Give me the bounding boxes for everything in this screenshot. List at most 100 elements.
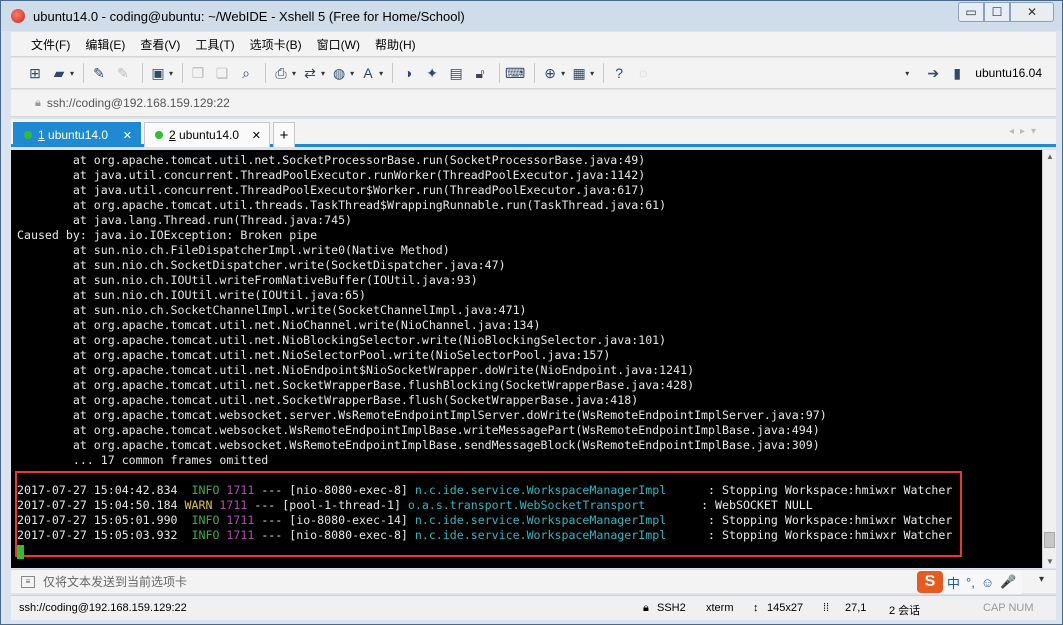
log-timestamp: 2017-07-27 15:05:03.932	[17, 528, 185, 542]
chevron-down-icon[interactable]: ▾	[292, 69, 296, 78]
menu-window[interactable]: 窗口(W)	[317, 36, 360, 53]
ime-emoji-icon[interactable]: ☺	[981, 575, 994, 590]
sogou-ime-icon[interactable]: S	[917, 571, 943, 593]
toolbar-divider	[182, 63, 184, 83]
chevron-down-icon[interactable]: ▾	[905, 69, 909, 78]
status-connection: ssh://coding@192.168.159.129:22	[19, 602, 187, 614]
xftp-icon[interactable]: ◑	[398, 63, 418, 83]
close-tab-icon[interactable]: ✕	[252, 129, 261, 142]
menu-view[interactable]: 查看(V)	[140, 36, 180, 53]
terminal-output[interactable]: at org.apache.tomcat.util.net.SocketProc…	[11, 150, 1042, 568]
log-logger: n.c.ide.service.WorkspaceManagerImpl	[414, 513, 702, 527]
scroll-down-icon[interactable]: ▼	[1046, 557, 1054, 566]
layout-icon[interactable]: ▦	[569, 63, 589, 83]
log-thread: --- [io-8080-exec-14]	[254, 513, 415, 527]
copy-icon[interactable]: ❐	[188, 63, 208, 83]
scroll-up-icon[interactable]: ▲	[1046, 152, 1054, 161]
terminal-line: at org.apache.tomcat.util.net.SocketWrap…	[17, 393, 639, 407]
maximize-button[interactable]: ☐	[984, 2, 1010, 22]
title-bar[interactable]: ubuntu14.0 - coding@ubuntu: ~/WebIDE - X…	[1, 1, 1062, 31]
close-tab-icon[interactable]: ✕	[123, 129, 132, 142]
terminal-line: at org.apache.tomcat.util.net.NioBlockin…	[17, 333, 667, 347]
tab-label: ubuntu14.0	[179, 128, 240, 142]
chevron-down-icon[interactable]: ▾	[590, 69, 594, 78]
paste-icon[interactable]: ❏	[212, 63, 232, 83]
new-session-icon[interactable]: ⊞	[25, 63, 45, 83]
menu-help[interactable]: 帮助(H)	[375, 36, 416, 53]
toolbar-right-group: ▾ ➔ ▮ ubuntu16.04	[905, 63, 1042, 83]
log-message: : WebSOCKET NULL	[694, 498, 813, 512]
chevron-down-icon[interactable]: ▾	[379, 69, 383, 78]
log-entry: 2017-07-27 15:04:42.834 INFO 1711 --- [n…	[17, 483, 952, 498]
tab-number: 2	[169, 128, 176, 142]
chat-icon[interactable]: ◌	[633, 63, 653, 83]
compose-icon[interactable]: ≡	[21, 575, 35, 588]
log-thread: --- [nio-8080-exec-8]	[254, 528, 415, 542]
ime-voice-icon[interactable]: 🎤	[1000, 574, 1016, 590]
script-icon[interactable]: ▤	[446, 63, 466, 83]
toolbar: ⊞ ▰ ▾ ✎ ✎ ▣ ▾ ❐ ❏ ⌕ ⎙ ▾ ⇄ ▾ ◍ ▾ A ▾ ◑ ✦ ▤ 🔓︎ ⌨…	[11, 58, 1056, 89]
xshell-window: ubuntu14.0 - coding@ubuntu: ~/WebIDE - X…	[0, 0, 1063, 625]
go-icon[interactable]: ➔	[923, 63, 943, 83]
log-pid: 1711	[212, 498, 248, 512]
bookmark-icon[interactable]: ▮	[947, 63, 967, 83]
vertical-scrollbar[interactable]: ▲ ▼	[1042, 150, 1056, 568]
log-timestamp: 2017-07-27 15:05:01.990	[17, 513, 185, 527]
ime-chinese-mode[interactable]: 中	[947, 573, 960, 592]
log-logger: n.c.ide.service.WorkspaceManagerImpl	[414, 528, 702, 542]
compose-input[interactable]: 仅将文本发送到当前选项卡	[43, 573, 187, 590]
menu-file[interactable]: 文件(F)	[31, 36, 70, 53]
toolbar-divider	[83, 63, 85, 83]
menu-tabs[interactable]: 选项卡(B)	[250, 36, 302, 53]
terminal-line: Caused by: java.io.IOException: Broken p…	[17, 228, 318, 242]
lock-icon[interactable]: 🔓︎	[470, 63, 490, 83]
add-pane-icon[interactable]: ⊕	[540, 63, 560, 83]
font-icon[interactable]: A	[358, 63, 378, 83]
globe-icon[interactable]: ◍	[329, 63, 349, 83]
status-size: 145x27	[767, 602, 804, 614]
quick-connect-ubuntu16[interactable]: ubuntu16.04	[975, 66, 1042, 80]
tab-ubuntu14-2[interactable]: 2 ubuntu14.0 ✕	[144, 122, 270, 147]
keyboard-icon[interactable]: ⌨	[505, 63, 525, 83]
minimize-button[interactable]: ▭	[958, 2, 984, 22]
terminal-line: at org.apache.tomcat.util.threads.TaskTh…	[17, 198, 667, 212]
print-icon[interactable]: ⎙	[271, 63, 291, 83]
terminal-line: at org.apache.tomcat.websocket.WsRemoteE…	[17, 423, 820, 437]
transfer-icon[interactable]: ⇄	[300, 63, 320, 83]
help-icon[interactable]: ?	[609, 63, 629, 83]
add-tab-button[interactable]: +	[273, 122, 295, 147]
window-title: ubuntu14.0 - coding@ubuntu: ~/WebIDE - X…	[33, 8, 465, 24]
tab-scroll-arrows[interactable]: ◂▸▾	[1009, 126, 1042, 137]
open-folder-icon[interactable]: ▰	[49, 63, 69, 83]
terminal-line: at org.apache.tomcat.util.net.NioSelecto…	[17, 348, 611, 362]
connect-icon[interactable]: ✎	[89, 63, 109, 83]
menu-bar: 文件(F) 编辑(E) 查看(V) 工具(T) 选项卡(B) 窗口(W) 帮助(…	[11, 32, 1056, 57]
status-caps-num: CAP NUM	[983, 602, 1034, 614]
status-bar: ssh://coding@192.168.159.129:22 🔒︎ SSH2 …	[11, 595, 1056, 620]
menu-edit[interactable]: 编辑(E)	[85, 36, 125, 53]
status-sessions: 2 会话	[889, 605, 921, 617]
chevron-down-icon[interactable]: ▾	[350, 69, 354, 78]
tab-ubuntu14-1[interactable]: 1 ubuntu14.0 ✕	[13, 122, 141, 147]
log-logger: o.a.s.transport.WebSocketTransport	[407, 498, 695, 512]
chevron-down-icon[interactable]: ▾	[321, 69, 325, 78]
chevron-down-icon[interactable]: ▾	[70, 69, 74, 78]
log-level: INFO	[184, 483, 220, 497]
ime-punctuation[interactable]: °,	[966, 575, 975, 590]
menu-tools[interactable]: 工具(T)	[195, 36, 234, 53]
chevron-down-icon[interactable]: ▾	[561, 69, 565, 78]
connected-status-icon	[24, 131, 32, 139]
close-window-button[interactable]: ✕	[1010, 2, 1054, 22]
terminal-line: at sun.nio.ch.IOUtil.write(IOUtil.java:6…	[17, 288, 367, 302]
chevron-down-icon[interactable]: ▾	[169, 69, 173, 78]
disconnect-icon[interactable]: ✎	[113, 63, 133, 83]
properties-icon[interactable]: ▣	[148, 63, 168, 83]
log-entry: 2017-07-27 15:05:01.990 INFO 1711 --- [i…	[17, 513, 952, 528]
terminal-line: at java.lang.Thread.run(Thread.java:745)	[17, 213, 353, 227]
find-icon[interactable]: ⌕	[236, 63, 256, 83]
connected-status-icon	[155, 131, 163, 139]
chevron-down-icon[interactable]: ▾	[1039, 574, 1044, 585]
scroll-thumb[interactable]	[1044, 532, 1055, 548]
xmanager-icon[interactable]: ✦	[422, 63, 442, 83]
address-text[interactable]: ssh://coding@192.168.159.129:22	[47, 96, 230, 110]
